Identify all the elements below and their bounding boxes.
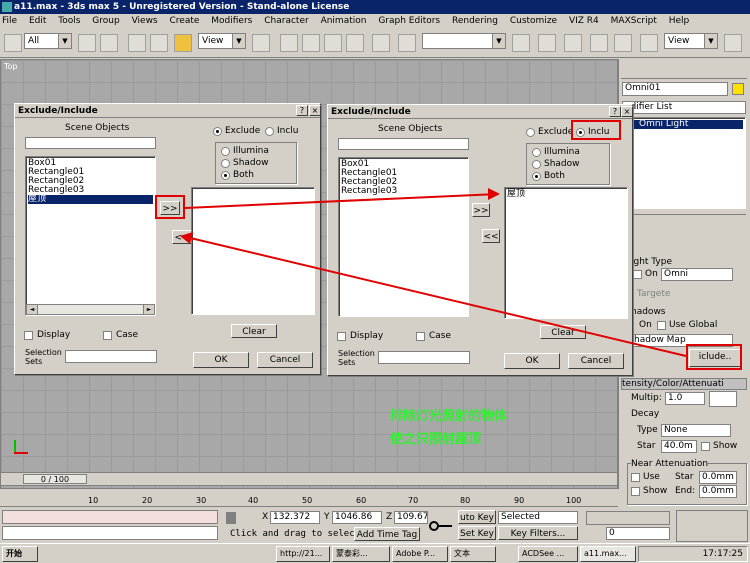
- taskbar-item-acdsee[interactable]: ACDSee ...: [518, 546, 578, 562]
- annotation-line-1: 排除灯光照射的物体: [390, 409, 508, 424]
- track-tick: 10: [88, 496, 99, 505]
- y-coord-field[interactable]: 1046.86: [332, 511, 382, 524]
- taskbar-item-3dsmax[interactable]: a11.max...: [580, 546, 636, 562]
- taskbar: 开始 http://21... 蒙泰彩... Adobe P... 文本 ACD…: [0, 543, 750, 563]
- track-tick: 70: [408, 496, 419, 505]
- viewport-navigation-controls[interactable]: [676, 510, 748, 542]
- x-coord-field[interactable]: 132.372: [270, 511, 320, 524]
- playback-controls[interactable]: [586, 511, 670, 525]
- clock: 17:17:25: [702, 549, 743, 559]
- key-icon[interactable]: [428, 518, 454, 534]
- track-tick: 50: [302, 496, 313, 505]
- key-filters-button[interactable]: Key Filters...: [498, 526, 578, 540]
- auto-key-button[interactable]: uto Key: [458, 510, 496, 524]
- status-prompt: Click and drag to select: [230, 529, 361, 539]
- time-slider[interactable]: 0 / 100: [0, 472, 618, 486]
- track-tick: 30: [196, 496, 207, 505]
- track-tick: 90: [514, 496, 525, 505]
- y-label: Y: [324, 512, 330, 522]
- key-mode-dropdown[interactable]: Selected: [498, 511, 578, 524]
- current-frame-field[interactable]: 0: [606, 527, 670, 540]
- status-bar: X 132.372 Y 1046.86 Z 109.67 Click and d…: [0, 508, 750, 543]
- lock-icon[interactable]: [226, 512, 236, 524]
- taskbar-item-photoshop[interactable]: Adobe P...: [392, 546, 448, 562]
- z-label: Z: [386, 512, 393, 522]
- taskbar-item-mengtai[interactable]: 蒙泰彩...: [332, 546, 390, 562]
- time-slider-thumb[interactable]: 0 / 100: [23, 474, 87, 484]
- set-key-button[interactable]: Set Key: [458, 526, 496, 540]
- taskbar-item-text[interactable]: 文本: [450, 546, 496, 562]
- start-button[interactable]: 开始: [2, 546, 38, 562]
- system-tray: 17:17:25: [638, 546, 748, 562]
- add-time-tag-button[interactable]: Add Time Tag: [354, 527, 420, 541]
- taskbar-item-browser[interactable]: http://21...: [276, 546, 330, 562]
- track-tick: 80: [460, 496, 471, 505]
- quick-launch-bar[interactable]: [44, 547, 184, 561]
- z-coord-field[interactable]: 109.67: [394, 511, 428, 524]
- annotation-line-2: 使之只照射屋顶: [390, 432, 482, 447]
- track-bar[interactable]: 10 20 30 40 50 60 70 80 90 100: [0, 489, 618, 507]
- track-tick: 40: [248, 496, 259, 505]
- maxscript-listener[interactable]: [2, 510, 218, 524]
- track-tick: 60: [356, 496, 367, 505]
- maxscript-input[interactable]: [2, 526, 218, 540]
- x-label: X: [262, 512, 269, 522]
- track-tick: 20: [142, 496, 153, 505]
- track-tick: 100: [566, 496, 582, 505]
